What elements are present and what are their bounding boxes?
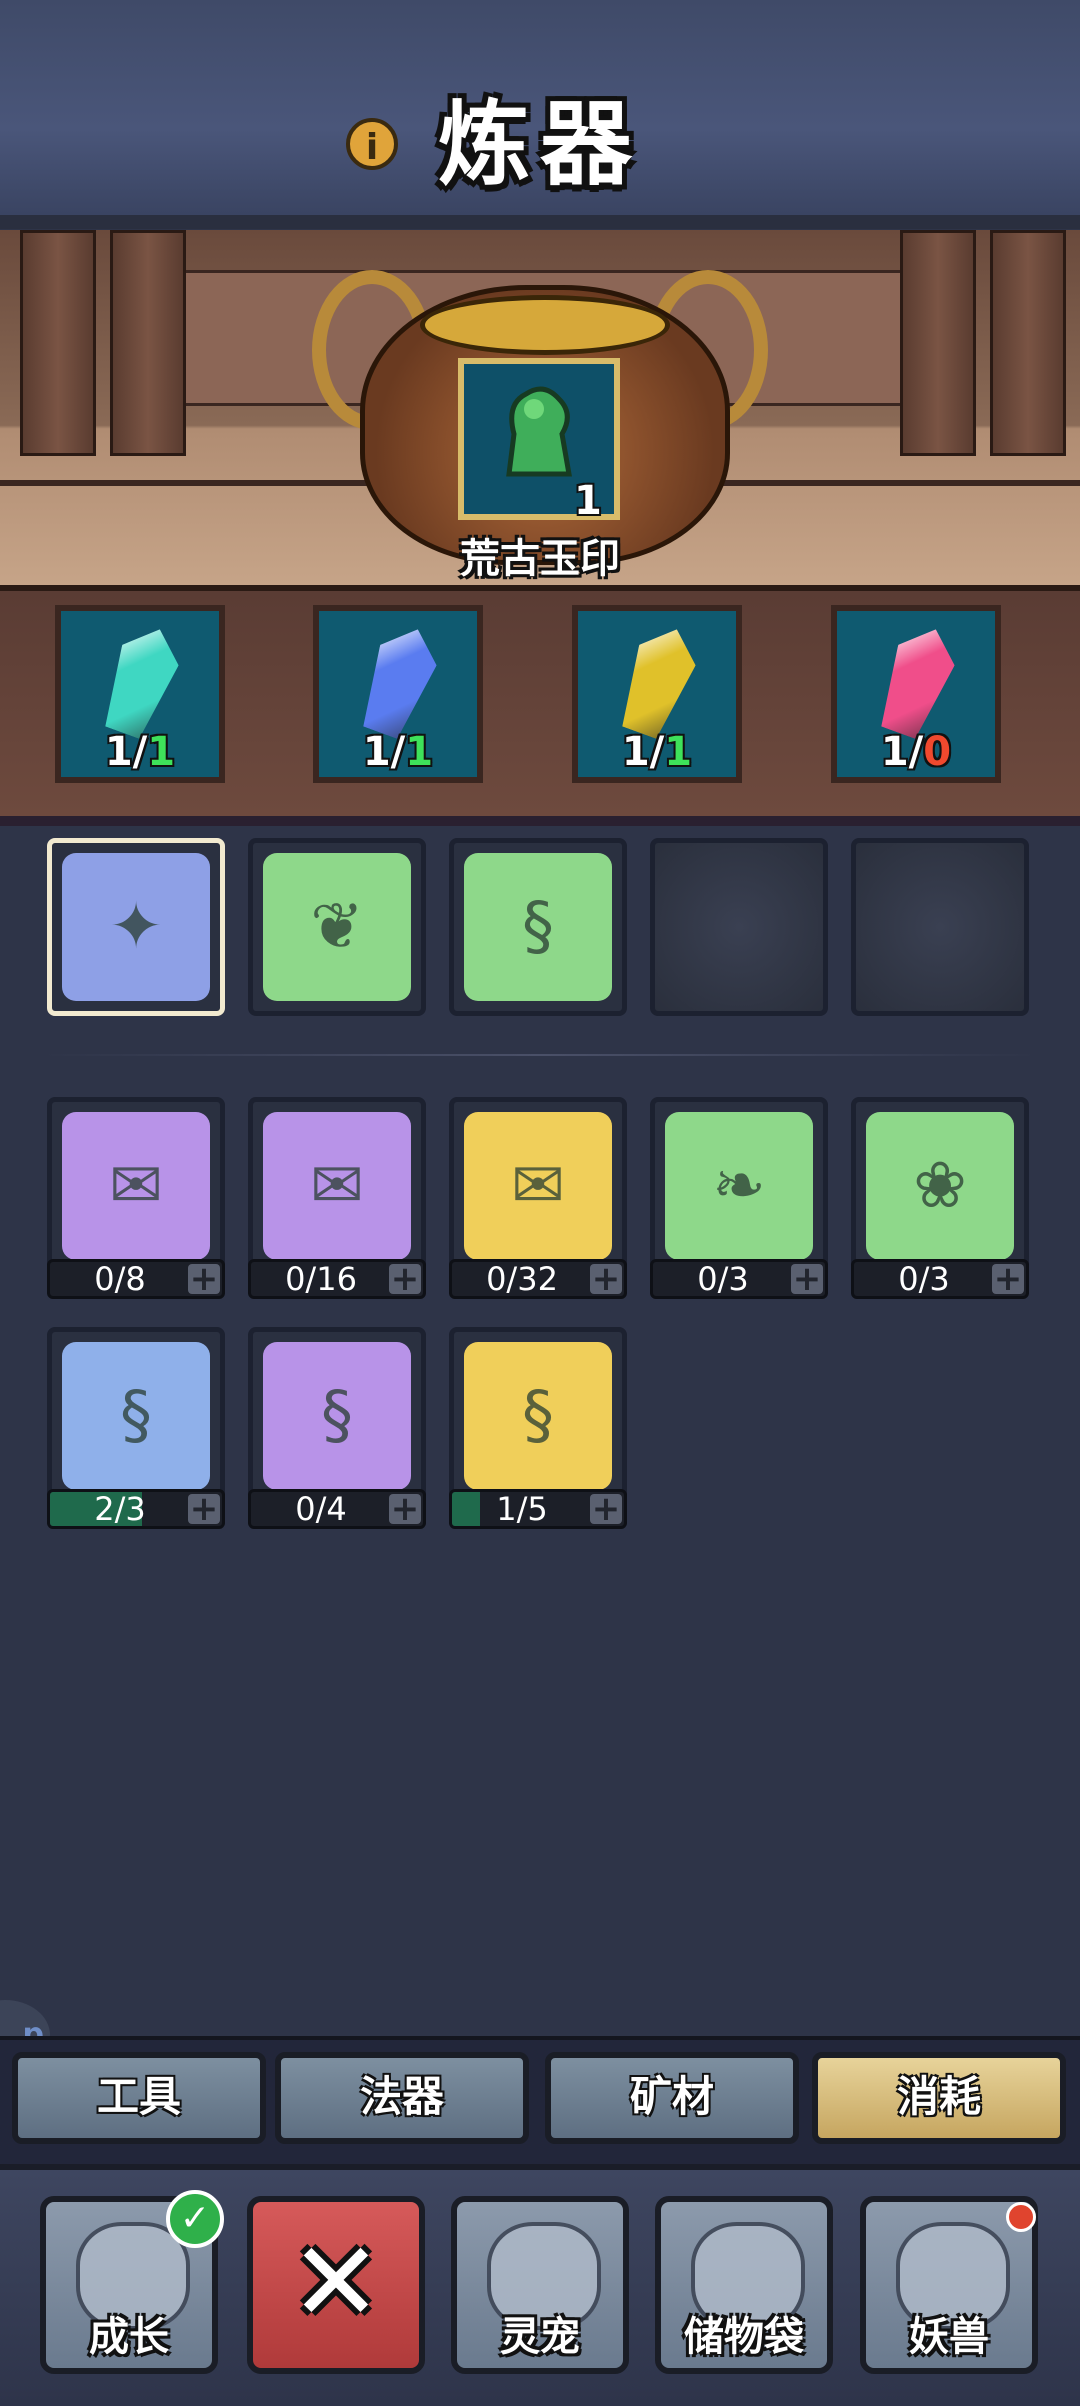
- material-count: 0/4: [295, 1490, 347, 1528]
- crystal-count: 1/1: [313, 729, 483, 775]
- cyan-crystal-icon: [94, 619, 188, 743]
- crystal-need: 1: [147, 729, 176, 775]
- material-count: 0/8: [94, 1260, 146, 1298]
- add-material-button[interactable]: +: [590, 1492, 622, 1526]
- crystal-slot[interactable]: 1/1: [313, 605, 483, 783]
- tab-artifacts[interactable]: 法器: [275, 2052, 529, 2144]
- crystal-have: 1/: [880, 729, 924, 775]
- material-item[interactable]: ❀: [851, 1097, 1029, 1275]
- scene-pillar: [990, 230, 1066, 456]
- material-count: 0/32: [486, 1260, 558, 1298]
- empty-recipe-slot[interactable]: [650, 838, 828, 1016]
- material-counter: 0/8 +: [47, 1259, 225, 1299]
- add-material-button[interactable]: +: [188, 1262, 220, 1296]
- add-material-button[interactable]: +: [389, 1492, 421, 1526]
- material-item[interactable]: §: [47, 1327, 225, 1505]
- material-counter: 0/3 +: [851, 1259, 1029, 1299]
- nav-label: 妖兽: [909, 2314, 989, 2360]
- crystal-need: 1: [664, 729, 693, 775]
- tab-minerals[interactable]: 矿材: [545, 2052, 799, 2144]
- nav-storage-bag-button[interactable]: 储物袋: [655, 2196, 833, 2374]
- pink-crystal-icon: [870, 619, 964, 743]
- close-button[interactable]: ✕: [247, 2196, 425, 2374]
- material-counter: 0/4 +: [248, 1489, 426, 1529]
- gold-crystal-icon: [611, 619, 705, 743]
- crystal-count: 1/1: [572, 729, 742, 775]
- crystal-have: 1/: [621, 729, 665, 775]
- material-item[interactable]: §: [449, 1327, 627, 1505]
- crystal-need: 0: [923, 729, 952, 775]
- material-item[interactable]: ✉: [47, 1097, 225, 1275]
- product-name: 荒古玉印: [460, 536, 620, 582]
- material-count: 0/3: [697, 1260, 749, 1298]
- page-title: 炼器: [437, 91, 642, 198]
- crystal-slot[interactable]: 1/0: [831, 605, 1001, 783]
- section-divider: [40, 1054, 1040, 1056]
- scroll-icon: ❦: [310, 890, 364, 964]
- add-material-button[interactable]: +: [992, 1262, 1024, 1296]
- crystal-slot[interactable]: 1/1: [572, 605, 742, 783]
- crystal-need: 1: [405, 729, 434, 775]
- feather-leaf-icon: ❧: [712, 1149, 766, 1223]
- blue-talisman-icon: §: [120, 1379, 152, 1453]
- jade-seal-icon: ✦: [109, 890, 163, 964]
- golden-scroll-icon: ✉: [511, 1149, 565, 1223]
- scene-pillar: [20, 230, 96, 456]
- purple-talisman-icon: §: [321, 1379, 353, 1453]
- tab-tools[interactable]: 工具: [12, 2052, 266, 2144]
- check-badge-icon: ✓: [166, 2190, 224, 2248]
- product-quantity: 1: [574, 478, 602, 524]
- crystal-have: 1/: [362, 729, 406, 775]
- red-scroll-icon: ✉: [310, 1149, 364, 1223]
- material-count: 1/5: [496, 1490, 548, 1528]
- crystal-have: 1/: [104, 729, 148, 775]
- recipe-slot[interactable]: ❦: [248, 838, 426, 1016]
- material-counter: 0/32 +: [449, 1259, 627, 1299]
- close-icon: ✕: [289, 2218, 383, 2346]
- crystal-slot[interactable]: 1/1: [55, 605, 225, 783]
- material-counter: 1/5 +: [449, 1489, 627, 1529]
- crystal-count: 1/0: [831, 729, 1001, 775]
- talisman-icon: §: [522, 890, 554, 964]
- recipe-slot[interactable]: §: [449, 838, 627, 1016]
- nav-label: 成长: [89, 2314, 169, 2360]
- scene-pillar: [110, 230, 186, 456]
- material-counter: 0/16 +: [248, 1259, 426, 1299]
- yellow-scroll-icon: ✉: [109, 1149, 163, 1223]
- material-item[interactable]: ❧: [650, 1097, 828, 1275]
- add-material-button[interactable]: +: [791, 1262, 823, 1296]
- empty-recipe-slot[interactable]: [851, 838, 1029, 1016]
- material-item[interactable]: ✉: [449, 1097, 627, 1275]
- material-count: 0/16: [285, 1260, 357, 1298]
- spirit-herb-icon: ❀: [913, 1149, 967, 1223]
- nav-label: 灵宠: [500, 2314, 580, 2360]
- cauldron-rim: [420, 295, 670, 355]
- nav-label: 储物袋: [684, 2314, 804, 2360]
- add-material-button[interactable]: +: [389, 1262, 421, 1296]
- add-material-button[interactable]: +: [188, 1492, 220, 1526]
- tab-consumables[interactable]: 消耗: [812, 2052, 1066, 2144]
- scene-pillar: [900, 230, 976, 456]
- material-counter: 2/3 +: [47, 1489, 225, 1529]
- blue-crystal-icon: [352, 619, 446, 743]
- material-count: 0/3: [898, 1260, 950, 1298]
- add-material-button[interactable]: +: [590, 1262, 622, 1296]
- crystal-count: 1/1: [55, 729, 225, 775]
- material-counter: 0/3 +: [650, 1259, 828, 1299]
- nav-spirit-pet-button[interactable]: 灵宠: [451, 2196, 629, 2374]
- red-dot-icon: [1006, 2202, 1036, 2232]
- material-item[interactable]: ✉: [248, 1097, 426, 1275]
- material-item[interactable]: §: [248, 1327, 426, 1505]
- recipe-slot[interactable]: ✦: [47, 838, 225, 1016]
- yellow-talisman-icon: §: [522, 1379, 554, 1453]
- material-count: 2/3: [94, 1490, 146, 1528]
